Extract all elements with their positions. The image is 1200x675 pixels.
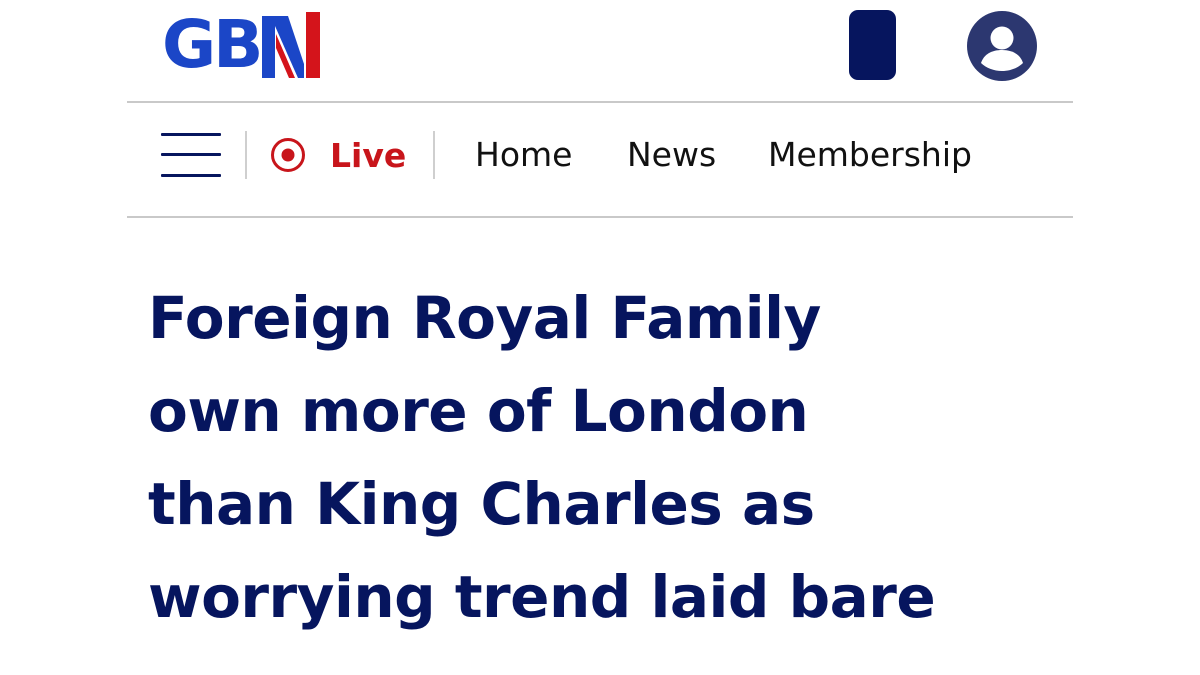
nav-divider-bottom [127,216,1073,218]
mobile-device-icon[interactable] [849,10,896,80]
header-divider [127,101,1073,103]
nav-divider [433,131,435,179]
headline-line: worrying trend laid bare [148,563,936,631]
logo-n-mark-icon [262,12,321,78]
headline-line: Foreign Royal Family [148,284,821,352]
nav-membership-link[interactable]: Membership [768,130,972,180]
article-headline: Foreign Royal Family own more of London … [148,272,1148,644]
gbnews-logo[interactable]: GB [162,6,321,83]
live-link[interactable]: Live [270,130,406,180]
nav-home-link[interactable]: Home [475,130,572,180]
headline-line: own more of London [148,377,809,445]
nav-divider [245,131,247,179]
headline-line: than King Charles as [148,470,815,538]
user-account-icon[interactable] [966,10,1038,82]
live-label: Live [330,135,407,175]
live-record-icon [271,138,305,172]
nav-news-link[interactable]: News [627,130,716,180]
hamburger-menu-icon[interactable] [161,131,223,179]
logo-text: GB [162,6,263,83]
